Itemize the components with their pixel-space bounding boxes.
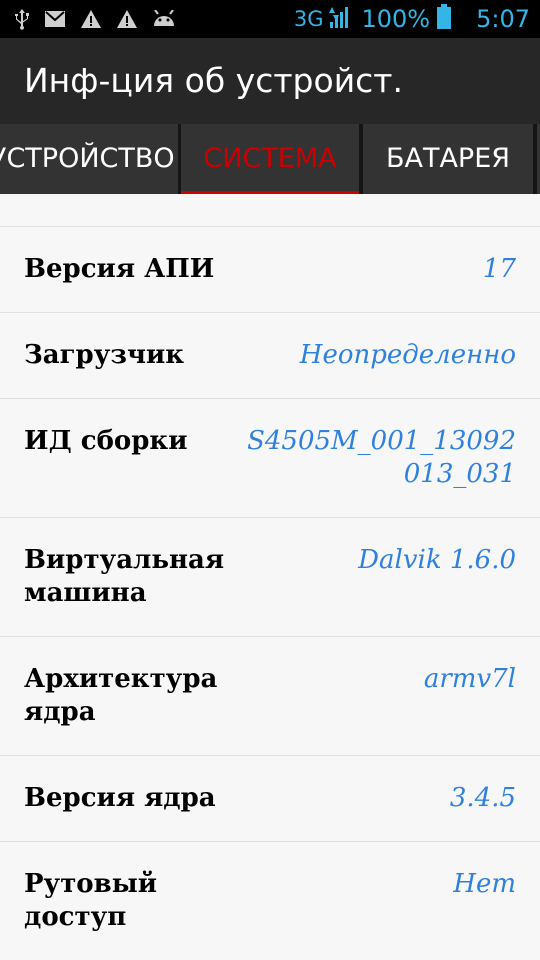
row-value: S4505M_001_13092 013_031 (247, 426, 516, 489)
row-label: Виртуальная машина (24, 545, 225, 608)
network-type: 3G (293, 7, 324, 31)
mail-icon (44, 10, 66, 28)
action-bar: Инф-ция об устройст. (0, 38, 540, 124)
row-label: Рутовый доступ (24, 869, 158, 932)
row-value: Dalvik 1.6.0 (358, 545, 516, 575)
row-value: 3.4.5 (449, 783, 516, 813)
tab-bar: УСТРОЙСТВО СИСТЕМА БАТАРЕЯ (0, 124, 540, 194)
scrolled-label-remnant: ▔▔ ▔ (24, 194, 93, 201)
usb-icon (14, 8, 30, 30)
row-value: Неопределенно (299, 340, 516, 370)
signal-icon (329, 5, 351, 33)
row-value: 17 (482, 254, 516, 284)
system-icons: 3G 100% 5:07 (294, 0, 530, 38)
info-list[interactable]: ▔▔ ▔ Версия АПИ 17 Загрузчик Неопределен… (0, 194, 540, 960)
tab-battery[interactable]: БАТАРЕЯ (363, 124, 533, 194)
clock: 5:07 (476, 5, 530, 33)
list-item-root-access: Рутовый доступ Нет (0, 842, 540, 960)
list-item-build-id: ИД сборки S4505M_001_13092 013_031 (0, 399, 540, 518)
list-item-kernel-arch: Архитектура ядра armv7l (0, 637, 540, 756)
row-label: ИД сборки (24, 426, 188, 456)
row-value: Нет (453, 869, 516, 899)
android-icon (152, 10, 176, 28)
list-item: ▔▔ ▔ (0, 194, 540, 227)
battery-percent: 100% (361, 5, 431, 33)
page-title: Инф-ция об устройст. (24, 61, 404, 100)
row-value: armv7l (423, 664, 516, 694)
row-label: Версия АПИ (24, 254, 215, 284)
list-item-virtual-machine: Виртуальная машина Dalvik 1.6.0 (0, 518, 540, 637)
tab-system[interactable]: СИСТЕМА (181, 124, 359, 194)
list-item-kernel-version: Версия ядра 3.4.5 (0, 756, 540, 842)
warning-icon (80, 9, 102, 29)
battery-icon (436, 4, 452, 34)
warning-icon (116, 9, 138, 29)
row-label: Версия ядра (24, 783, 216, 813)
row-label: Архитектура ядра (24, 664, 218, 727)
list-item-api-version: Версия АПИ 17 (0, 227, 540, 313)
tab-device[interactable]: УСТРОЙСТВО (0, 124, 178, 194)
row-label: Загрузчик (24, 340, 185, 370)
notification-icons (14, 0, 176, 38)
status-bar: 3G 100% 5:07 (0, 0, 540, 38)
list-item-bootloader: Загрузчик Неопределенно (0, 313, 540, 399)
